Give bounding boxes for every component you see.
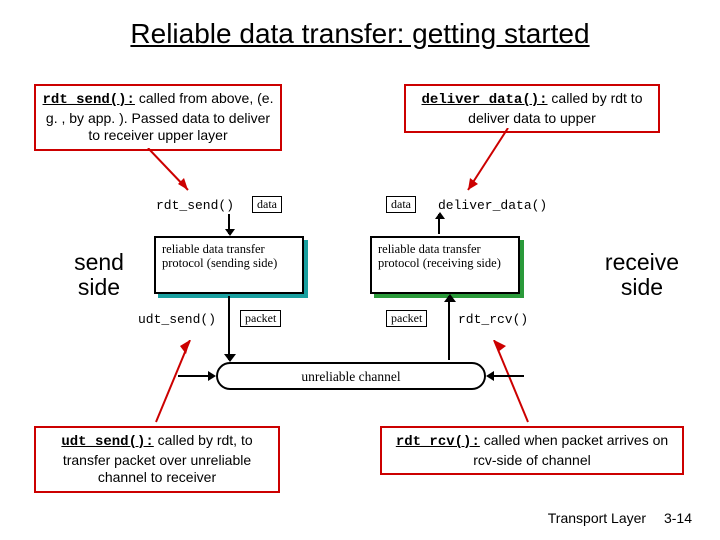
packet-tag: packet (240, 310, 281, 327)
send-side-label: send side (64, 250, 134, 301)
arrow-icon (228, 296, 230, 360)
arrow-icon (228, 214, 230, 234)
rdt-diagram: rdt_send() data data deliver_data() reli… (138, 192, 568, 402)
callout-text: called when packet arrives on rcv-side o… (473, 432, 668, 468)
proto-box-receiving: reliable data transfer protocol (receivi… (370, 236, 520, 294)
arrow-icon (488, 375, 524, 377)
callout-rdt-send: rdt_send(): called from above, (e. g. , … (34, 84, 282, 151)
data-tag: data (252, 196, 282, 213)
slide-title: Reliable data transfer: getting started (0, 18, 720, 50)
arrow-icon (438, 214, 440, 234)
callout-rdt-rcv: rdt_rcv(): called when packet arrives on… (380, 426, 684, 475)
label-deliver-data: deliver_data() (438, 198, 547, 213)
label-rdt-send: rdt_send() (156, 198, 234, 213)
footer-chapter: Transport Layer (548, 510, 646, 526)
label-udt-send: udt_send() (138, 312, 216, 327)
packet-tag: packet (386, 310, 427, 327)
proto-box-sending: reliable data transfer protocol (sending… (154, 236, 304, 294)
label-rdt-rcv: rdt_rcv() (458, 312, 528, 327)
footer-page: 3-14 (664, 510, 692, 526)
fn-name: rdt_rcv(): (396, 434, 480, 450)
fn-name: deliver_data(): (422, 92, 548, 108)
slide-footer: Transport Layer 3-14 (548, 510, 692, 526)
arrow-icon (178, 375, 214, 377)
receive-side-label: receive side (596, 250, 688, 301)
arrow-icon (448, 296, 450, 360)
callout-deliver-data: deliver_data(): called by rdt to deliver… (404, 84, 660, 133)
pointer-arrow-icon (140, 148, 200, 198)
pointer-arrow-icon (460, 128, 520, 198)
unreliable-channel: unreliable channel (216, 362, 486, 390)
fn-name: rdt_send(): (43, 92, 135, 108)
fn-name: udt_send(): (61, 434, 153, 450)
data-tag: data (386, 196, 416, 213)
callout-udt-send: udt_send(): called by rdt, to transfer p… (34, 426, 280, 493)
